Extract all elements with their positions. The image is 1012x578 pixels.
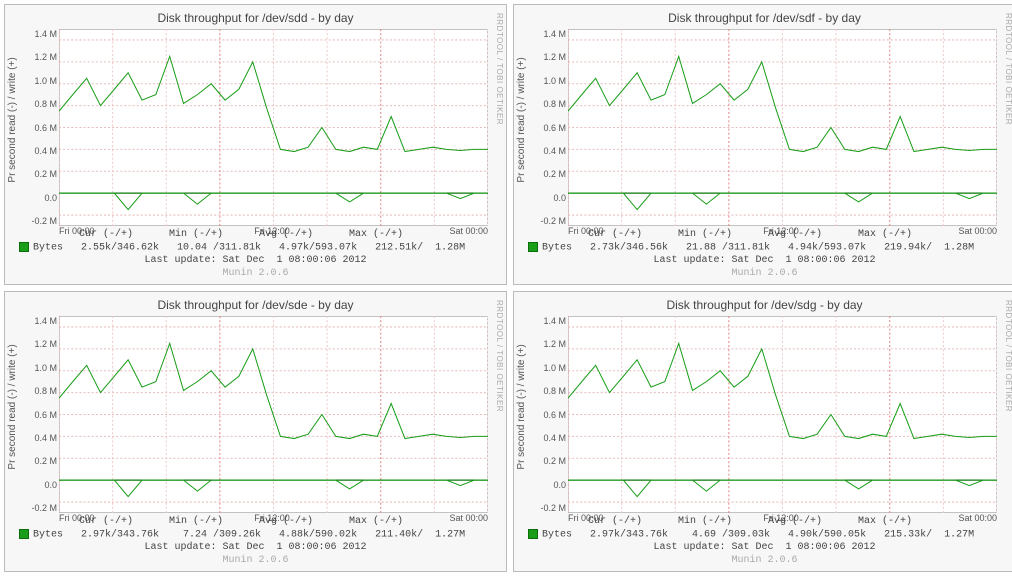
last-update: Last update: Sat Dec 1 08:00:06 2012 [528,255,1001,268]
chart-grid: Disk throughput for /dev/sdd - by day RR… [4,4,1012,572]
plot-area [568,29,997,226]
chart-svg [568,29,997,226]
munin-version: Munin 2.0.6 [528,268,1001,281]
chart-title: Disk throughput for /dev/sdg - by day [518,294,1011,314]
munin-version: Munin 2.0.6 [19,555,492,568]
legend: Cur (-/+) Min (-/+) Avg (-/+) Max (-/+) … [528,229,1001,280]
chart-svg [568,316,997,513]
legend-swatch-icon [19,242,29,252]
legend-swatch-icon [528,242,538,252]
legend-values: Bytes 2.73k/346.56k 21.88 /311.81k 4.94k… [528,242,1001,255]
y-axis-label: Pr second read (-) / write (+) [7,344,18,469]
chart-svg [59,29,488,226]
rrdtool-brand: RRDTOOL / TOBI OETIKER [495,13,504,125]
y-axis-label: Pr second read (-) / write (+) [516,57,527,182]
y-ticks: 1.4 M1.2 M1.0 M0.8 M0.6 M0.4 M0.2 M0.0-0… [25,316,57,513]
legend-values: Bytes 2.55k/346.62k 10.04 /311.81k 4.97k… [19,242,492,255]
legend-values: Bytes 2.97k/343.76k 4.69 /309.03k 4.90k/… [528,529,1001,542]
legend-swatch-icon [528,529,538,539]
plot-area [59,316,488,513]
legend: Cur (-/+) Min (-/+) Avg (-/+) Max (-/+) … [528,516,1001,567]
legend-header: Cur (-/+) Min (-/+) Avg (-/+) Max (-/+) [528,229,1001,242]
rrdtool-brand: RRDTOOL / TOBI OETIKER [495,300,504,412]
y-ticks: 1.4 M1.2 M1.0 M0.8 M0.6 M0.4 M0.2 M0.0-0… [534,29,566,226]
chart-title: Disk throughput for /dev/sdd - by day [9,7,502,27]
legend-header: Cur (-/+) Min (-/+) Avg (-/+) Max (-/+) [19,229,492,242]
legend-swatch-icon [19,529,29,539]
plot-area [568,316,997,513]
legend-header: Cur (-/+) Min (-/+) Avg (-/+) Max (-/+) [528,516,1001,529]
rrdtool-brand: RRDTOOL / TOBI OETIKER [1004,13,1012,125]
chart-title: Disk throughput for /dev/sdf - by day [518,7,1011,27]
legend-values: Bytes 2.97k/343.76k 7.24 /309.26k 4.88k/… [19,529,492,542]
legend: Cur (-/+) Min (-/+) Avg (-/+) Max (-/+) … [19,516,492,567]
last-update: Last update: Sat Dec 1 08:00:06 2012 [528,542,1001,555]
chart-svg [59,316,488,513]
chart-title: Disk throughput for /dev/sde - by day [9,294,502,314]
y-axis-label: Pr second read (-) / write (+) [7,57,18,182]
y-ticks: 1.4 M1.2 M1.0 M0.8 M0.6 M0.4 M0.2 M0.0-0… [25,29,57,226]
chart-panel-sde: Disk throughput for /dev/sde - by day RR… [4,291,507,572]
munin-version: Munin 2.0.6 [528,555,1001,568]
last-update: Last update: Sat Dec 1 08:00:06 2012 [19,542,492,555]
y-axis-label: Pr second read (-) / write (+) [516,344,527,469]
chart-panel-sdd: Disk throughput for /dev/sdd - by day RR… [4,4,507,285]
munin-version: Munin 2.0.6 [19,268,492,281]
last-update: Last update: Sat Dec 1 08:00:06 2012 [19,255,492,268]
legend: Cur (-/+) Min (-/+) Avg (-/+) Max (-/+) … [19,229,492,280]
y-ticks: 1.4 M1.2 M1.0 M0.8 M0.6 M0.4 M0.2 M0.0-0… [534,316,566,513]
chart-panel-sdf: Disk throughput for /dev/sdf - by day RR… [513,4,1012,285]
plot-area [59,29,488,226]
legend-header: Cur (-/+) Min (-/+) Avg (-/+) Max (-/+) [19,516,492,529]
chart-panel-sdg: Disk throughput for /dev/sdg - by day RR… [513,291,1012,572]
rrdtool-brand: RRDTOOL / TOBI OETIKER [1004,300,1012,412]
